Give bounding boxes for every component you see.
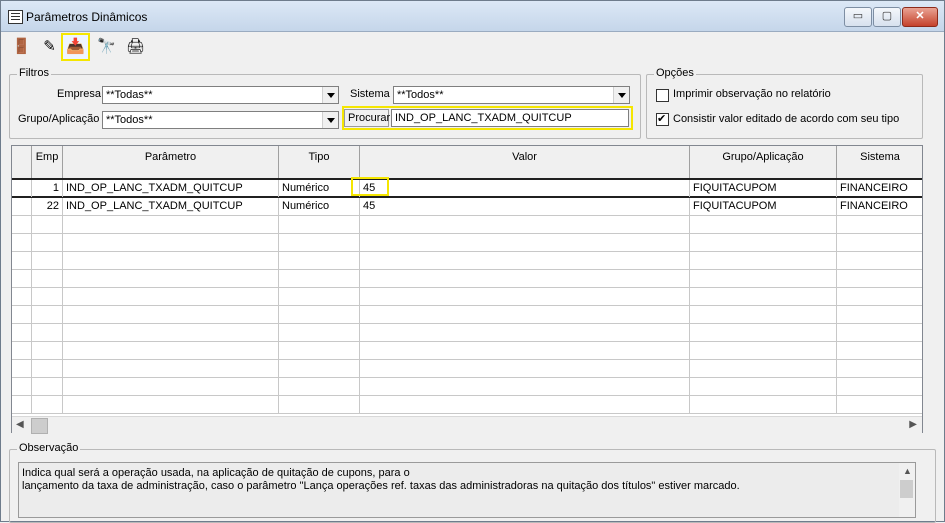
scroll-thumb[interactable] bbox=[31, 418, 48, 434]
empresa-value: **Todas** bbox=[106, 89, 153, 101]
column-header-valor[interactable]: Valor bbox=[360, 146, 690, 179]
cell-grupo[interactable]: FIQUITACUPOM bbox=[690, 198, 837, 215]
empresa-select[interactable]: **Todas** bbox=[102, 86, 339, 104]
chevron-down-icon[interactable] bbox=[613, 87, 629, 103]
empresa-label: Empresa bbox=[57, 88, 102, 100]
scroll-up-icon[interactable]: ▲ bbox=[903, 465, 912, 478]
binoculars-icon: 🔭 bbox=[97, 38, 116, 55]
cell-parametro[interactable]: IND_OP_LANC_TXADM_QUITCUP bbox=[63, 198, 279, 215]
cell-parametro[interactable]: IND_OP_LANC_TXADM_QUITCUP bbox=[63, 180, 279, 197]
column-header-sistema[interactable]: Sistema bbox=[837, 146, 922, 179]
scroll-left-icon[interactable]: ◀ bbox=[16, 419, 24, 430]
grid-header: Emp Parâmetro Tipo Valor Grupo/Aplicação… bbox=[12, 146, 922, 180]
empty-row bbox=[12, 216, 922, 234]
window-title: Parâmetros Dinâmicos bbox=[26, 10, 148, 24]
exit-button[interactable]: 🚪 bbox=[9, 35, 34, 59]
cell-valor[interactable]: 45 bbox=[360, 180, 690, 197]
observacao-textarea[interactable]: Indica qual será a operação usada, na ap… bbox=[18, 462, 916, 518]
chevron-down-icon[interactable] bbox=[322, 112, 338, 128]
window-icon bbox=[8, 10, 23, 24]
pencil-icon: ✎ bbox=[43, 38, 56, 55]
column-header-grupo[interactable]: Grupo/Aplicação bbox=[690, 146, 837, 179]
options-group: Opções bbox=[646, 67, 923, 139]
edit-button[interactable]: ✎ bbox=[37, 35, 62, 59]
empty-row bbox=[12, 252, 922, 270]
grupo-value: **Todos** bbox=[106, 114, 153, 126]
import-button[interactable]: 📥 bbox=[61, 33, 90, 61]
scroll-thumb[interactable] bbox=[900, 480, 913, 498]
scroll-right-icon[interactable]: ▶ bbox=[909, 419, 917, 430]
consistir-checkbox[interactable] bbox=[656, 112, 669, 126]
door-exit-icon: 🚪 bbox=[12, 38, 31, 55]
cell-emp[interactable]: 22 bbox=[32, 198, 63, 215]
title-bar[interactable]: Parâmetros Dinâmicos ▭ ▢ ✕ bbox=[1, 1, 944, 32]
search-button[interactable]: 🔭 bbox=[94, 35, 119, 59]
parameters-grid: Emp Parâmetro Tipo Valor Grupo/Aplicação… bbox=[11, 145, 923, 433]
empty-row bbox=[12, 234, 922, 252]
column-header-emp[interactable]: Emp bbox=[32, 146, 63, 179]
filters-legend: Filtros bbox=[17, 67, 51, 79]
table-row[interactable]: 1 IND_OP_LANC_TXADM_QUITCUP Numérico 45 … bbox=[12, 178, 922, 198]
main-window: Parâmetros Dinâmicos ▭ ▢ ✕ 🚪 ✎ 📥 🔭 🖨 Fil… bbox=[0, 0, 945, 523]
close-button[interactable]: ✕ bbox=[902, 7, 938, 27]
cell-sistema[interactable]: FINANCEIRO bbox=[837, 198, 922, 215]
empty-row bbox=[12, 288, 922, 306]
options-legend: Opções bbox=[654, 67, 696, 79]
row-indicator-header bbox=[12, 146, 32, 179]
cell-sistema[interactable]: FINANCEIRO bbox=[837, 180, 922, 197]
cell-tipo[interactable]: Numérico bbox=[279, 198, 360, 215]
minimize-button[interactable]: ▭ bbox=[844, 7, 872, 27]
cell-tipo[interactable]: Numérico bbox=[279, 180, 360, 197]
row-indicator bbox=[12, 180, 32, 197]
sistema-value: **Todos** bbox=[397, 89, 444, 101]
empty-row bbox=[12, 360, 922, 378]
observacao-line: Indica qual será a operação usada, na ap… bbox=[22, 467, 410, 479]
consistir-label[interactable]: Consistir valor editado de acordo com se… bbox=[673, 113, 899, 125]
horizontal-scrollbar[interactable]: ◀ ▶ bbox=[12, 416, 922, 434]
row-indicator bbox=[12, 198, 32, 215]
vertical-scrollbar[interactable]: ▲ bbox=[899, 463, 915, 517]
column-header-tipo[interactable]: Tipo bbox=[279, 146, 360, 179]
print-button[interactable]: 🖨 bbox=[123, 35, 148, 59]
chevron-down-icon[interactable] bbox=[322, 87, 338, 103]
maximize-button[interactable]: ▢ bbox=[873, 7, 901, 27]
cell-grupo[interactable]: FIQUITACUPOM bbox=[690, 180, 837, 197]
imprimir-label[interactable]: Imprimir observação no relatório bbox=[673, 88, 831, 100]
tray-download-icon: 📥 bbox=[66, 38, 85, 55]
empty-row bbox=[12, 378, 922, 396]
printer-icon: 🖨 bbox=[125, 38, 146, 55]
empty-row bbox=[12, 324, 922, 342]
empty-row bbox=[12, 270, 922, 288]
search-input[interactable]: IND_OP_LANC_TXADM_QUITCUP bbox=[391, 109, 629, 127]
sistema-label: Sistema bbox=[350, 88, 390, 100]
imprimir-checkbox[interactable] bbox=[656, 89, 669, 102]
column-header-parametro[interactable]: Parâmetro bbox=[63, 146, 279, 179]
observacao-line: lançamento da taxa de administração, cas… bbox=[22, 480, 740, 492]
empty-row bbox=[12, 306, 922, 324]
grupo-label: Grupo/Aplicação bbox=[18, 113, 100, 125]
empty-row bbox=[12, 396, 922, 414]
observacao-legend: Observação bbox=[17, 442, 81, 454]
sistema-select[interactable]: **Todos** bbox=[393, 86, 630, 104]
procurar-label: Procurar bbox=[344, 109, 390, 127]
table-row[interactable]: 22 IND_OP_LANC_TXADM_QUITCUP Numérico 45… bbox=[12, 198, 922, 216]
grupo-select[interactable]: **Todos** bbox=[102, 111, 339, 129]
cell-valor[interactable]: 45 bbox=[360, 198, 690, 215]
cell-emp[interactable]: 1 bbox=[32, 180, 63, 197]
empty-row bbox=[12, 342, 922, 360]
